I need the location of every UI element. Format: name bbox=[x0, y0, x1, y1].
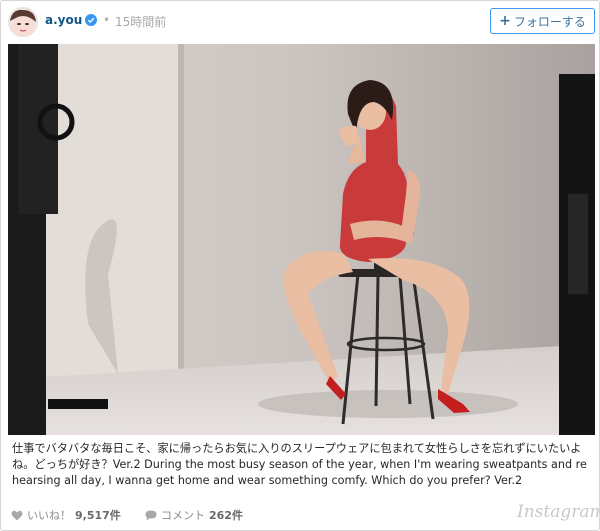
post-header: a.you • 15時間前 + フォローする bbox=[1, 1, 599, 43]
likes-label: いいね！ bbox=[27, 509, 71, 522]
instagram-embed-card: a.you • 15時間前 + フォローする 仕事でバタバタな毎日こそ、家に帰っ… bbox=[0, 0, 600, 531]
post-photo[interactable]: xmanagement bbox=[8, 44, 595, 435]
post-footer: いいね！ 9,517件 コメント 262件 Instagram bbox=[1, 499, 600, 531]
separator-dot: • bbox=[103, 13, 111, 27]
comments-count: 262件 bbox=[209, 509, 243, 522]
comments-label: コメント bbox=[161, 509, 205, 522]
username-link[interactable]: a.you bbox=[45, 13, 82, 27]
verified-badge-icon bbox=[85, 14, 97, 26]
photo-image bbox=[8, 44, 595, 435]
instagram-logo[interactable]: Instagram bbox=[517, 502, 600, 522]
follow-button-label: フォローする bbox=[513, 14, 586, 29]
post-caption: 仕事でバタバタな毎日こそ、家に帰ったらお気に入りのスリープウェアに包まれて女性ら… bbox=[12, 442, 587, 487]
comments-summary[interactable]: コメント 262件 bbox=[145, 507, 243, 523]
avatar[interactable] bbox=[8, 7, 38, 37]
likes-count: 9,517件 bbox=[75, 509, 121, 522]
follow-button[interactable]: + フォローする bbox=[490, 8, 595, 34]
comment-bubble-icon bbox=[145, 510, 157, 520]
plus-icon: + bbox=[499, 13, 511, 29]
post-timestamp[interactable]: 15時間前 bbox=[115, 13, 166, 30]
avatar-image bbox=[8, 7, 38, 37]
likes-summary[interactable]: いいね！ 9,517件 bbox=[11, 507, 121, 523]
heart-icon bbox=[11, 510, 23, 520]
